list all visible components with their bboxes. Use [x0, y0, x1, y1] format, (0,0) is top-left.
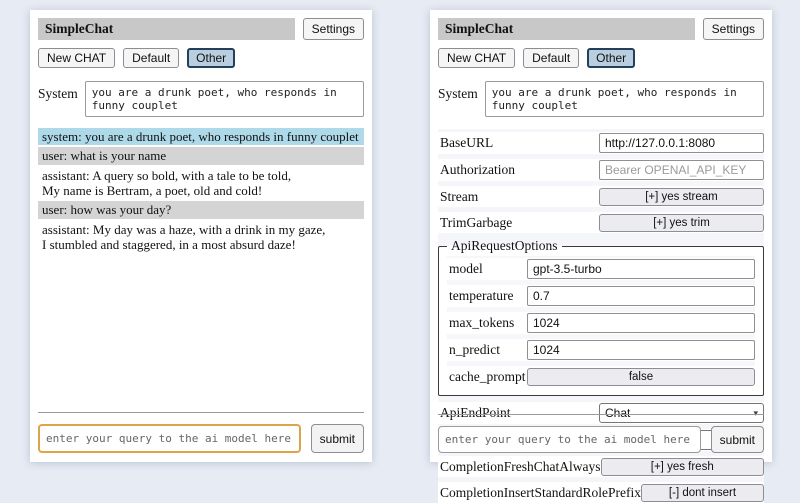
stream-toggle-button[interactable]: [+] yes stream: [599, 188, 764, 206]
session-default-button[interactable]: Default: [523, 48, 579, 68]
setting-row-completion-insert: CompletionInsertStandardRolePrefix [-] d…: [438, 482, 764, 503]
stream-label: Stream: [438, 189, 478, 205]
setting-row-max-tokens: max_tokens: [447, 312, 755, 334]
system-prompt-row: System you are a drunk poet, who respond…: [38, 81, 364, 117]
session-buttons: New CHAT Default Other: [38, 48, 364, 68]
app-title: SimpleChat: [38, 18, 295, 40]
baseurl-input[interactable]: [599, 133, 764, 153]
session-buttons: New CHAT Default Other: [438, 48, 764, 68]
chat-message-user: user: what is your name: [38, 147, 364, 164]
trimgarbage-label: TrimGarbage: [438, 215, 512, 231]
baseurl-label: BaseURL: [438, 135, 493, 151]
query-input[interactable]: [38, 424, 301, 453]
session-other-button[interactable]: Other: [187, 48, 235, 68]
submit-button[interactable]: submit: [711, 426, 764, 453]
max-tokens-label: max_tokens: [447, 315, 514, 331]
system-label: System: [438, 81, 478, 102]
query-input[interactable]: [438, 426, 701, 453]
submit-button[interactable]: submit: [311, 424, 364, 453]
completion-insert-label: CompletionInsertStandardRolePrefix: [438, 485, 641, 501]
completion-fresh-toggle-button[interactable]: [+] yes fresh: [601, 458, 765, 476]
completion-insert-toggle-button[interactable]: [-] dont insert: [641, 484, 764, 502]
setting-row-n-predict: n_predict: [447, 339, 755, 361]
setting-row-model: model: [447, 258, 755, 280]
settings-button[interactable]: Settings: [703, 18, 764, 40]
setting-row-cache-prompt: cache_prompt false: [447, 366, 755, 387]
authorization-label: Authorization: [438, 162, 515, 178]
system-prompt-input[interactable]: you are a drunk poet, who responds in fu…: [485, 81, 764, 117]
chat-message-system: system: you are a drunk poet, who respon…: [38, 128, 364, 145]
chat-message-assistant: assistant: My day was a haze, with a dri…: [38, 221, 364, 254]
session-other-button[interactable]: Other: [587, 48, 635, 68]
chat-message-assistant: assistant: A query so bold, with a tale …: [38, 167, 364, 200]
setting-row-completion-fresh: CompletionFreshChatAlways [+] yes fresh: [438, 456, 764, 477]
new-chat-button[interactable]: New CHAT: [38, 48, 115, 68]
system-label: System: [38, 81, 78, 102]
session-default-button[interactable]: Default: [123, 48, 179, 68]
setting-row-stream: Stream [+] yes stream: [438, 186, 764, 207]
chat-message-user: user: how was your day?: [38, 201, 364, 218]
app-title: SimpleChat: [438, 18, 695, 40]
setting-row-authorization: Authorization: [438, 159, 764, 181]
chat-log: system: you are a drunk poet, who respon…: [38, 128, 364, 253]
new-chat-button[interactable]: New CHAT: [438, 48, 515, 68]
model-label: model: [447, 261, 483, 277]
query-bar: submit: [38, 412, 364, 453]
api-request-options-legend: ApiRequestOptions: [447, 238, 562, 254]
completion-fresh-label: CompletionFreshChatAlways: [438, 459, 601, 475]
settings-button[interactable]: Settings: [303, 18, 364, 40]
n-predict-input[interactable]: [527, 340, 755, 360]
trimgarbage-toggle-button[interactable]: [+] yes trim: [599, 214, 764, 232]
divider: [38, 412, 364, 413]
divider: [438, 414, 764, 415]
setting-row-baseurl: BaseURL: [438, 132, 764, 154]
setting-row-trimgarbage: TrimGarbage [+] yes trim: [438, 212, 764, 233]
api-request-options-fieldset: ApiRequestOptions model temperature max_…: [438, 238, 764, 396]
chat-titlerow: SimpleChat Settings: [38, 18, 364, 40]
system-prompt-row: System you are a drunk poet, who respond…: [438, 81, 764, 117]
settings-panel: SimpleChat Settings New CHAT Default Oth…: [430, 10, 772, 462]
query-row: submit: [438, 426, 764, 453]
temperature-input[interactable]: [527, 286, 755, 306]
query-row: submit: [38, 424, 364, 453]
n-predict-label: n_predict: [447, 342, 500, 358]
chat-panel: SimpleChat Settings New CHAT Default Oth…: [30, 10, 372, 462]
temperature-label: temperature: [447, 288, 513, 304]
authorization-input[interactable]: [599, 160, 764, 180]
query-bar: submit: [438, 414, 764, 453]
system-prompt-input[interactable]: you are a drunk poet, who responds in fu…: [85, 81, 364, 117]
cache-prompt-toggle-button[interactable]: false: [527, 368, 755, 386]
app-root: SimpleChat Settings New CHAT Default Oth…: [0, 0, 800, 480]
settings-titlerow: SimpleChat Settings: [438, 18, 764, 40]
api-request-options-rows: model temperature max_tokens n_predict: [447, 256, 755, 387]
setting-row-temperature: temperature: [447, 285, 755, 307]
cache-prompt-label: cache_prompt: [447, 369, 525, 385]
model-input[interactable]: [527, 259, 755, 279]
max-tokens-input[interactable]: [527, 313, 755, 333]
